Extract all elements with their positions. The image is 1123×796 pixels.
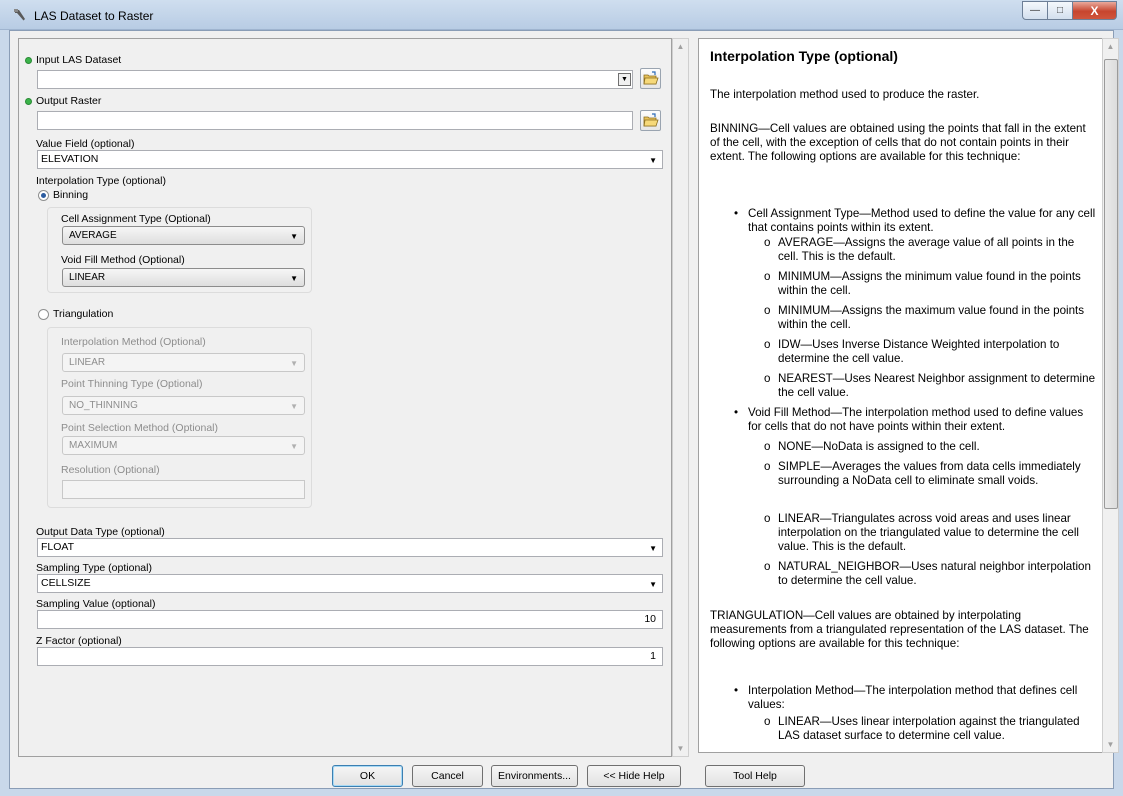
help-bullet: • Interpolation Method—The interpolation …	[734, 684, 1078, 712]
scroll-thumb[interactable]	[1104, 59, 1118, 509]
binning-label: Binning	[53, 189, 89, 201]
help-scrollbar[interactable]: ▲ ▼	[1102, 38, 1119, 753]
value-field-select[interactable]: ELEVATION ▼	[37, 150, 663, 169]
help-bullet: • Cell Assignment Type—Method used to def…	[734, 207, 1096, 235]
chevron-down-icon: ▼	[290, 274, 298, 283]
help-subbullet: o MINIMUM—Assigns the maximum value found…	[764, 304, 1085, 332]
sampling-type-select[interactable]: CELLSIZE ▼	[37, 574, 663, 593]
chevron-down-icon[interactable]: ▼	[618, 73, 631, 86]
input-las-label: Input LAS Dataset	[36, 54, 122, 66]
window-title: LAS Dataset to Raster	[34, 9, 154, 23]
chevron-down-icon: ▼	[290, 232, 298, 241]
help-paragraph: BINNING—Cell values are obtained using t…	[710, 122, 1086, 164]
minimize-icon: —	[1030, 5, 1040, 16]
help-subbullet: o NEAREST—Uses Nearest Neighbor assignmen…	[764, 372, 1096, 400]
sampling-value-label: Sampling Value (optional)	[36, 598, 156, 610]
thinning-value: NO_THINNING	[69, 400, 138, 411]
interp-type-label: Interpolation Type (optional)	[36, 175, 166, 187]
maximize-button[interactable]: □	[1048, 1, 1073, 20]
environments-button[interactable]: Environments...	[491, 765, 578, 787]
z-factor-input[interactable]: 1	[37, 647, 663, 666]
help-bullet: • Void Fill Method—The interpolation meth…	[734, 406, 1084, 434]
output-type-select[interactable]: FLOAT ▼	[37, 538, 663, 557]
cancel-button[interactable]: Cancel	[412, 765, 483, 787]
value-field-value: ELEVATION	[41, 153, 99, 165]
output-raster-label: Output Raster	[36, 95, 102, 107]
input-las-combo[interactable]	[37, 70, 633, 89]
output-raster-input[interactable]	[37, 111, 633, 130]
close-icon: X	[1090, 3, 1099, 18]
chevron-down-icon: ▼	[649, 156, 657, 165]
required-dot-icon	[25, 98, 32, 105]
parameters-scrollbar[interactable]: ▲ ▼	[672, 38, 689, 757]
selection-label: Point Selection Method (Optional)	[61, 422, 219, 434]
help-paragraph: TRIANGULATION—Cell values are obtained b…	[710, 609, 1089, 651]
open-folder-icon	[643, 71, 659, 85]
help-subbullet: o NONE—NoData is assigned to the cell.	[764, 440, 980, 453]
cell-assign-value: AVERAGE	[69, 230, 117, 241]
help-subbullet: o LINEAR—Uses linear interpolation agains…	[764, 715, 1080, 743]
sampling-type-value: CELLSIZE	[41, 577, 91, 589]
selection-value: MAXIMUM	[69, 440, 118, 451]
z-factor-label: Z Factor (optional)	[36, 635, 122, 647]
value-field-label: Value Field (optional)	[36, 138, 135, 150]
triangulation-label: Triangulation	[53, 308, 114, 320]
browse-folder-button[interactable]	[640, 68, 661, 89]
help-title: Interpolation Type (optional)	[710, 48, 898, 64]
sampling-value-input[interactable]: 10	[37, 610, 663, 629]
resolution-label: Resolution (Optional)	[61, 464, 160, 476]
interp-method-value: LINEAR	[69, 357, 106, 368]
help-panel: Interpolation Type (optional) The interp…	[698, 38, 1103, 753]
browse-folder-button[interactable]	[640, 110, 661, 131]
required-dot-icon	[25, 57, 32, 64]
scroll-down-icon[interactable]: ▼	[1103, 737, 1118, 752]
help-subbullet: o IDW—Uses Inverse Distance Weighted inte…	[764, 338, 1060, 366]
chevron-down-icon: ▼	[290, 442, 298, 451]
binning-radio[interactable]	[38, 190, 49, 201]
sampling-type-label: Sampling Type (optional)	[36, 562, 152, 574]
scroll-down-icon[interactable]: ▼	[673, 741, 688, 756]
interp-method-select[interactable]: LINEAR ▼	[62, 353, 305, 372]
selection-select[interactable]: MAXIMUM ▼	[62, 436, 305, 455]
ok-button[interactable]: OK	[332, 765, 403, 787]
cell-assign-label: Cell Assignment Type (Optional)	[61, 213, 211, 225]
resolution-input[interactable]	[62, 480, 305, 499]
chevron-down-icon: ▼	[290, 402, 298, 411]
title-bar[interactable]: LAS Dataset to Raster — □ X	[0, 0, 1123, 30]
thinning-select[interactable]: NO_THINNING ▼	[62, 396, 305, 415]
minimize-button[interactable]: —	[1022, 1, 1048, 20]
triangulation-radio[interactable]	[38, 309, 49, 320]
help-subbullet: o NATURAL_NEIGHBOR—Uses natural neighbor …	[764, 560, 1091, 588]
close-button[interactable]: X	[1073, 1, 1117, 20]
chevron-down-icon: ▼	[649, 544, 657, 553]
maximize-icon: □	[1056, 5, 1064, 16]
open-folder-icon	[643, 113, 659, 127]
output-type-label: Output Data Type (optional)	[36, 526, 165, 538]
tool-help-button[interactable]: Tool Help	[705, 765, 805, 787]
help-subbullet: o LINEAR—Triangulates across void areas a…	[764, 512, 1079, 554]
scroll-up-icon[interactable]: ▲	[1103, 39, 1118, 54]
tool-hammer-icon	[14, 9, 25, 21]
interp-method-label: Interpolation Method (Optional)	[61, 336, 206, 348]
hide-help-button[interactable]: << Hide Help	[587, 765, 681, 787]
help-subbullet: o SIMPLE—Averages the values from data ce…	[764, 460, 1081, 488]
help-paragraph: The interpolation method used to produce…	[710, 88, 980, 101]
void-fill-label: Void Fill Method (Optional)	[61, 254, 185, 266]
chevron-down-icon: ▼	[290, 359, 298, 368]
chevron-down-icon: ▼	[649, 580, 657, 589]
cell-assign-select[interactable]: AVERAGE ▼	[62, 226, 305, 245]
help-subbullet: o MINIMUM—Assigns the minimum value found…	[764, 270, 1081, 298]
thinning-label: Point Thinning Type (Optional)	[61, 378, 203, 390]
scroll-up-icon[interactable]: ▲	[673, 39, 688, 54]
parameters-panel[interactable]: Input LAS Dataset ▼ Output Raster Value …	[18, 38, 672, 757]
void-fill-value: LINEAR	[69, 272, 106, 283]
output-type-value: FLOAT	[41, 541, 75, 553]
help-subbullet: o AVERAGE—Assigns the average value of al…	[764, 236, 1075, 264]
void-fill-select[interactable]: LINEAR ▼	[62, 268, 305, 287]
